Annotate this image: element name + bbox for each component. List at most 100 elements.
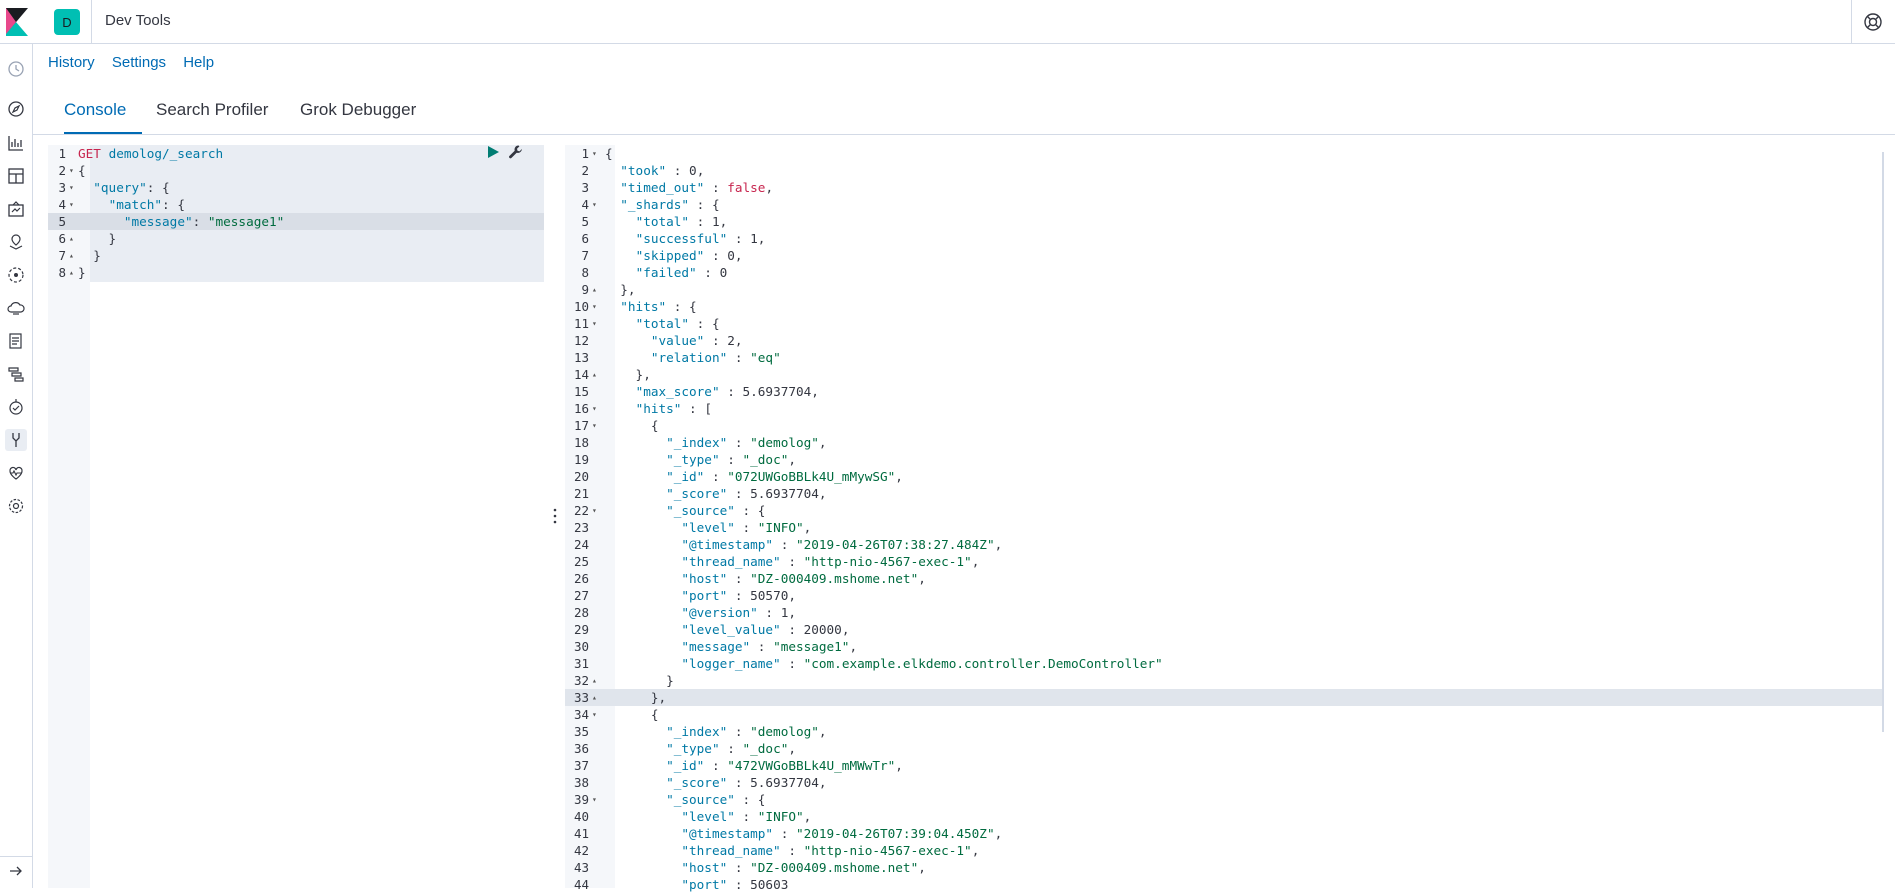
code-line: "total" : { [635,316,720,331]
code-line: "host" : "DZ-000409.mshome.net", [681,860,926,875]
line-number: 19 [573,452,589,467]
fold-close-icon[interactable]: ▴ [592,689,597,706]
tab-search-profiler[interactable]: Search Profiler [156,92,268,134]
code-line: "_index" : "demolog", [666,435,827,450]
line-number: 20 [573,469,589,484]
tab-grok-debugger[interactable]: Grok Debugger [300,92,416,134]
line-number: 11 [573,316,589,331]
fold-open-icon[interactable]: ▾ [592,298,597,315]
line-number: 10 [573,299,589,314]
code-line: "failed" : 0 [635,265,728,280]
fold-open-icon[interactable]: ▾ [592,145,597,162]
fold-close-icon[interactable]: ▴ [592,672,597,689]
line-number: 13 [573,350,589,365]
code-line: }, [605,282,636,297]
fold-open-icon[interactable]: ▾ [592,791,597,808]
fold-close-icon[interactable]: ▴ [592,366,597,383]
fold-open-icon[interactable]: ▾ [69,179,74,196]
code-line: "logger_name" : "com.example.elkdemo.con… [681,656,1163,671]
fold-open-icon[interactable]: ▾ [69,162,74,179]
compass-icon[interactable] [5,98,27,120]
line-number: 26 [573,571,589,586]
line-number: 8 [58,265,66,280]
uptime-icon[interactable] [5,396,27,418]
fold-open-icon[interactable]: ▾ [592,400,597,417]
line-number: 28 [573,605,589,620]
code-line: "@timestamp" : "2019-04-26T07:38:27.484Z… [681,537,1003,552]
visualize-icon[interactable] [5,132,27,154]
code-line: "skipped" : 0, [635,248,743,263]
code-line: "_source" : { [666,503,766,518]
line-number: 27 [573,588,589,603]
fold-close-icon[interactable]: ▴ [69,264,74,281]
code-line: "level" : "INFO", [681,809,812,824]
code-line: "value" : 2, [650,333,743,348]
devtools-menu: History Settings Help [48,54,227,71]
help-link[interactable]: Help [183,54,214,71]
line-number: 5 [58,214,66,229]
code-line: "timed_out" : false, [620,180,774,195]
code-line: GET demolog/_search [78,146,224,161]
line-number: 2 [581,163,589,178]
expand-arrow-icon[interactable] [5,860,27,882]
code-line: "total" : 1, [635,214,728,229]
code-line: "_type" : "_doc", [666,741,796,756]
line-number: 43 [573,860,589,875]
fold-close-icon[interactable]: ▴ [592,281,597,298]
dashboard-icon[interactable] [5,165,27,187]
tab-console[interactable]: Console [64,92,142,134]
kibana-logo-icon[interactable] [6,8,28,36]
logs-icon[interactable] [5,330,27,352]
response-scrollbar[interactable] [1882,152,1884,732]
request-editor[interactable]: 1 GET demolog/_search 2 ▾{3 ▾ "query": {4 ▾ "… [48,145,544,888]
code-line: "level_value" : 20000, [681,622,850,637]
line-number: 14 [573,367,589,382]
panel-resize-handle[interactable] [551,506,559,526]
line-number: 1 [58,146,66,161]
line-number: 7 [58,248,66,263]
code-line: } [78,231,117,246]
fold-open-icon[interactable]: ▾ [592,417,597,434]
fold-open-icon[interactable]: ▾ [69,196,74,213]
line-number: 17 [573,418,589,433]
management-icon[interactable] [5,495,27,517]
monitoring-icon[interactable] [5,462,27,484]
fold-open-icon[interactable]: ▾ [592,706,597,723]
help-icon[interactable] [1863,12,1883,32]
send-request-button[interactable] [485,144,501,160]
settings-link[interactable]: Settings [112,54,166,71]
infrastructure-icon[interactable] [5,297,27,319]
code-line: "port" : 50570, [681,588,796,603]
line-number: 30 [573,639,589,654]
code-line: } [605,673,674,688]
maps-icon[interactable] [5,231,27,253]
fold-close-icon[interactable]: ▴ [69,247,74,264]
code-line: "@timestamp" : "2019-04-26T07:39:04.450Z… [681,826,1003,841]
response-editor[interactable]: 1 ▾{2 "took" : 0, 3 "timed_out" : false, 4 ▾… [565,145,1882,892]
code-line: "thread_name" : "http-nio-4567-exec-1", [681,843,980,858]
code-line: "max_score" : 5.6937704, [635,384,819,399]
devtools-icon[interactable] [5,429,27,451]
wrench-icon[interactable] [508,144,524,160]
line-number: 29 [573,622,589,637]
code-line: "_score" : 5.6937704, [666,775,827,790]
code-line: "_shards" : { [620,197,720,212]
code-line: "hits" : [ [635,401,712,416]
history-link[interactable]: History [48,54,95,71]
code-line: "_score" : 5.6937704, [666,486,827,501]
ml-icon[interactable] [5,264,27,286]
code-line: "_type" : "_doc", [666,452,796,467]
fold-close-icon[interactable]: ▴ [69,230,74,247]
apm-icon[interactable] [5,363,27,385]
fold-open-icon[interactable]: ▾ [592,502,597,519]
line-number: 40 [573,809,589,824]
canvas-icon[interactable] [5,198,27,220]
line-number: 21 [573,486,589,501]
line-number: 9 [581,282,589,297]
app-avatar[interactable]: D [54,9,80,35]
fold-open-icon[interactable]: ▾ [592,315,597,332]
line-number: 44 [573,877,589,892]
line-number: 32 [573,673,589,688]
clock-icon[interactable] [5,58,27,80]
fold-open-icon[interactable]: ▾ [592,196,597,213]
